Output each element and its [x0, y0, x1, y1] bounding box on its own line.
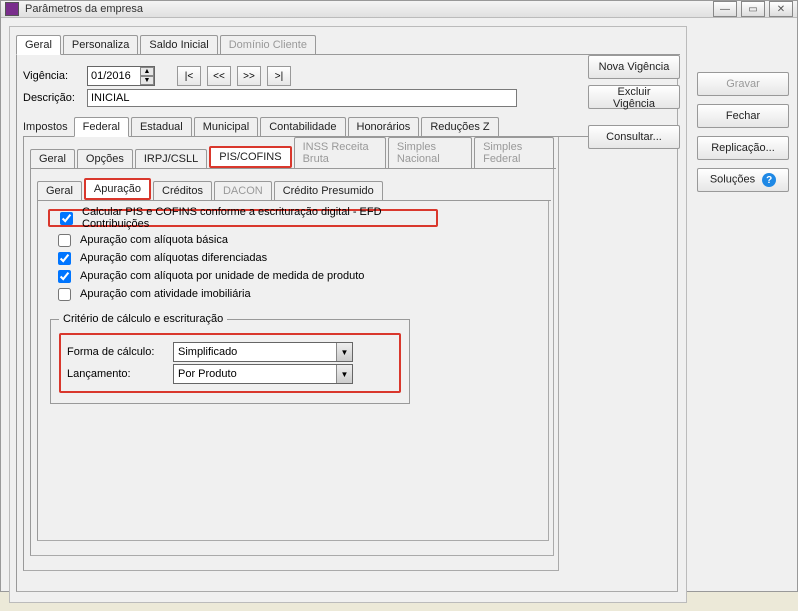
gravar-button: Gravar	[697, 72, 789, 96]
vigencia-up-icon[interactable]: ▲	[140, 67, 154, 76]
solucoes-label: Soluções	[710, 174, 755, 186]
right-buttons: Gravar Fechar Replicação... Soluções ?	[697, 26, 789, 603]
tab-fed-sf: Simples Federal	[474, 137, 554, 168]
fechar-button[interactable]: Fechar	[697, 104, 789, 128]
check-diferenciadas[interactable]	[58, 252, 71, 265]
tab-personaliza[interactable]: Personaliza	[63, 35, 138, 54]
minimize-button[interactable]: —	[713, 1, 737, 17]
tab-fed-piscofins[interactable]: PIS/COFINS	[209, 146, 291, 168]
tab-municipal[interactable]: Municipal	[194, 117, 258, 136]
criterio-legend: Critério de cálculo e escrituração	[59, 313, 227, 325]
nav-first-button[interactable]: |<	[177, 66, 201, 86]
check-unidade-label: Apuração com alíquota por unidade de med…	[80, 270, 364, 282]
maximize-button[interactable]: ▭	[741, 1, 765, 17]
check-efd[interactable]	[60, 212, 73, 225]
tab-pis-geral[interactable]: Geral	[37, 181, 82, 200]
tab-estadual[interactable]: Estadual	[131, 117, 192, 136]
tab-fed-opcoes[interactable]: Opções	[77, 149, 133, 168]
vigencia-down-icon[interactable]: ▼	[140, 76, 154, 85]
check-imob-label: Apuração com atividade imobiliária	[80, 288, 251, 300]
check-unidade[interactable]	[58, 270, 71, 283]
tabs-impostos: Impostos Federal Estadual Municipal Cont…	[23, 115, 675, 137]
tab-pis-creditos[interactable]: Créditos	[153, 181, 212, 200]
tab-fed-sn: Simples Nacional	[388, 137, 472, 168]
tab-pis-dacon: DACON	[214, 181, 272, 200]
check-basica-label: Apuração com alíquota básica	[80, 234, 228, 246]
check-difer-label: Apuração com alíquotas diferenciadas	[80, 252, 267, 264]
lancamento-label: Lançamento:	[67, 368, 167, 380]
criterio-fieldset: Critério de cálculo e escrituração Forma…	[50, 313, 410, 404]
tabs-piscofins: Geral Apuração Créditos DACON Crédito Pr…	[37, 179, 551, 201]
tab-geral[interactable]: Geral	[16, 35, 61, 55]
check-imobiliaria[interactable]	[58, 288, 71, 301]
excluir-vigencia-button[interactable]: Excluir Vigência	[588, 85, 680, 109]
solucoes-button[interactable]: Soluções ?	[697, 168, 789, 192]
main-panel: Nova Vigência Excluir Vigência Consultar…	[9, 26, 687, 603]
chevron-down-icon[interactable]: ▼	[336, 343, 352, 361]
forma-calculo-combo[interactable]: Simplificado ▼	[173, 342, 353, 362]
app-window: Parâmetros da empresa — ▭ ✕ Nova Vigênci…	[0, 0, 798, 592]
close-button[interactable]: ✕	[769, 1, 793, 17]
tab-pis-apuracao[interactable]: Apuração	[84, 178, 151, 200]
tab-saldo-inicial[interactable]: Saldo Inicial	[140, 35, 217, 54]
forma-calculo-value: Simplificado	[174, 346, 336, 358]
help-icon: ?	[762, 173, 776, 187]
lancamento-combo[interactable]: Por Produto ▼	[173, 364, 353, 384]
nova-vigencia-button[interactable]: Nova Vigência	[588, 55, 680, 79]
window-title: Parâmetros da empresa	[25, 3, 709, 15]
tab-pis-credpres[interactable]: Crédito Presumido	[274, 181, 383, 200]
vigencia-input[interactable]	[88, 67, 140, 85]
nav-last-button[interactable]: >|	[267, 66, 291, 86]
lancamento-value: Por Produto	[174, 368, 336, 380]
tab-fed-inss: INSS Receita Bruta	[294, 137, 386, 168]
check-efd-label: Calcular PIS e COFINS conforme a escritu…	[82, 206, 430, 230]
descricao-input[interactable]	[87, 89, 517, 107]
tab-contabilidade[interactable]: Contabilidade	[260, 117, 345, 136]
chevron-down-icon[interactable]: ▼	[336, 365, 352, 383]
tab-dominio-cliente: Domínio Cliente	[220, 35, 316, 54]
tab-federal[interactable]: Federal	[74, 117, 129, 137]
replicacao-button[interactable]: Replicação...	[697, 136, 789, 160]
descricao-label: Descrição:	[23, 92, 81, 104]
tab-honorarios[interactable]: Honorários	[348, 117, 420, 136]
vigencia-label: Vigência:	[23, 70, 81, 82]
consultar-button[interactable]: Consultar...	[588, 125, 680, 149]
app-icon	[5, 2, 19, 16]
check-basica[interactable]	[58, 234, 71, 247]
tabs-top: Geral Personaliza Saldo Inicial Domínio …	[16, 33, 680, 55]
tabs-federal: Geral Opções IRPJ/CSLL PIS/COFINS INSS R…	[30, 147, 556, 169]
nav-prev-button[interactable]: <<	[207, 66, 231, 86]
forma-label: Forma de cálculo:	[67, 346, 167, 358]
nav-next-button[interactable]: >>	[237, 66, 261, 86]
tab-fed-geral[interactable]: Geral	[30, 149, 75, 168]
titlebar: Parâmetros da empresa — ▭ ✕	[1, 1, 797, 18]
impostos-label: Impostos	[23, 118, 74, 136]
tab-reducoes-z[interactable]: Reduções Z	[421, 117, 498, 136]
tab-fed-irpj[interactable]: IRPJ/CSLL	[135, 149, 207, 168]
